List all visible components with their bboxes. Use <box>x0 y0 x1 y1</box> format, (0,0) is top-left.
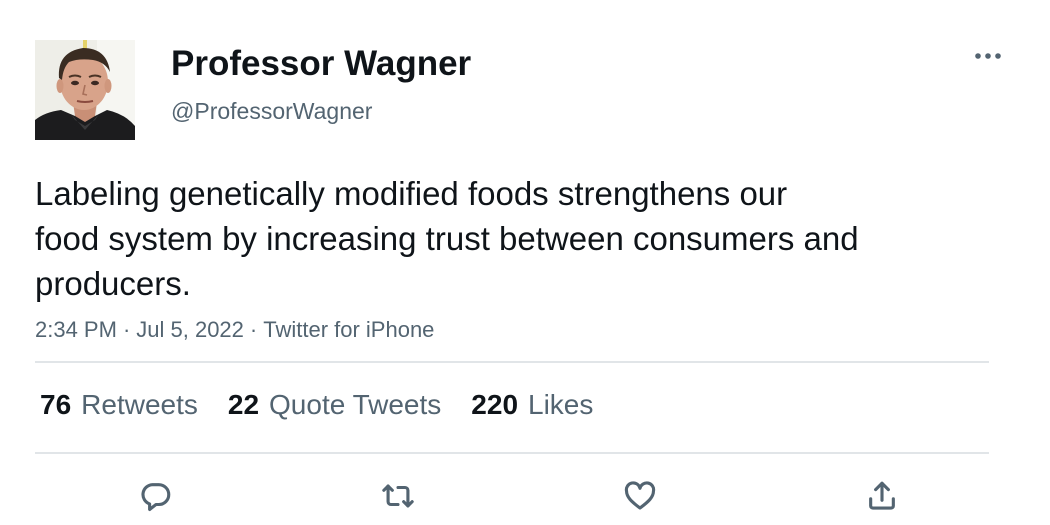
profile-photo-icon <box>35 40 135 140</box>
avatar[interactable] <box>35 40 135 140</box>
likes-count: 220 <box>471 389 519 420</box>
retweet-icon <box>382 484 414 508</box>
retweets-stat[interactable]: 76 Retweets <box>40 389 198 421</box>
share-button[interactable] <box>858 472 906 520</box>
meta-separator: · <box>249 317 258 342</box>
retweets-count: 76 <box>40 389 72 420</box>
tweet-actions <box>0 472 1050 520</box>
meta-separator: · <box>122 317 131 342</box>
retweet-button[interactable] <box>374 472 422 520</box>
engagement-stats: 76 Retweets 22 Quote Tweets 220 Likes <box>40 388 623 422</box>
tweet-text-line: producers. <box>35 265 191 302</box>
reply-button[interactable] <box>132 472 180 520</box>
tweet-source[interactable]: Twitter for iPhone <box>263 317 434 342</box>
tweet-metadata: 2:34 PM · Jul 5, 2022 · Twitter for iPhone <box>35 316 434 344</box>
quote-tweets-stat[interactable]: 22 Quote Tweets <box>228 389 441 421</box>
divider <box>35 452 989 454</box>
more-options-button[interactable] <box>966 40 1010 72</box>
reply-icon <box>141 483 171 512</box>
author-display-name[interactable]: Professor Wagner <box>171 44 471 84</box>
tweet-card: Professor Wagner @ProfessorWagner Labeli… <box>0 0 1050 525</box>
tweet-text-line: Labeling genetically modified foods stre… <box>35 175 788 212</box>
likes-stat[interactable]: 220 Likes <box>471 389 593 421</box>
tweet-date[interactable]: Jul 5, 2022 <box>136 317 244 342</box>
like-button[interactable] <box>616 472 664 520</box>
author-handle[interactable]: @ProfessorWagner <box>171 97 372 125</box>
quote-tweets-label: Quote Tweets <box>269 389 442 420</box>
retweets-label: Retweets <box>81 389 198 420</box>
more-horizontal-icon <box>975 53 1001 59</box>
tweet-time[interactable]: 2:34 PM <box>35 317 117 342</box>
divider <box>35 361 989 363</box>
tweet-text: Labeling genetically modified foods stre… <box>35 171 995 306</box>
heart-icon <box>624 481 656 510</box>
quote-tweets-count: 22 <box>227 389 260 420</box>
likes-label: Likes <box>528 389 594 420</box>
tweet-text-line: food system by increasing trust between … <box>35 220 859 257</box>
share-icon <box>869 481 895 510</box>
